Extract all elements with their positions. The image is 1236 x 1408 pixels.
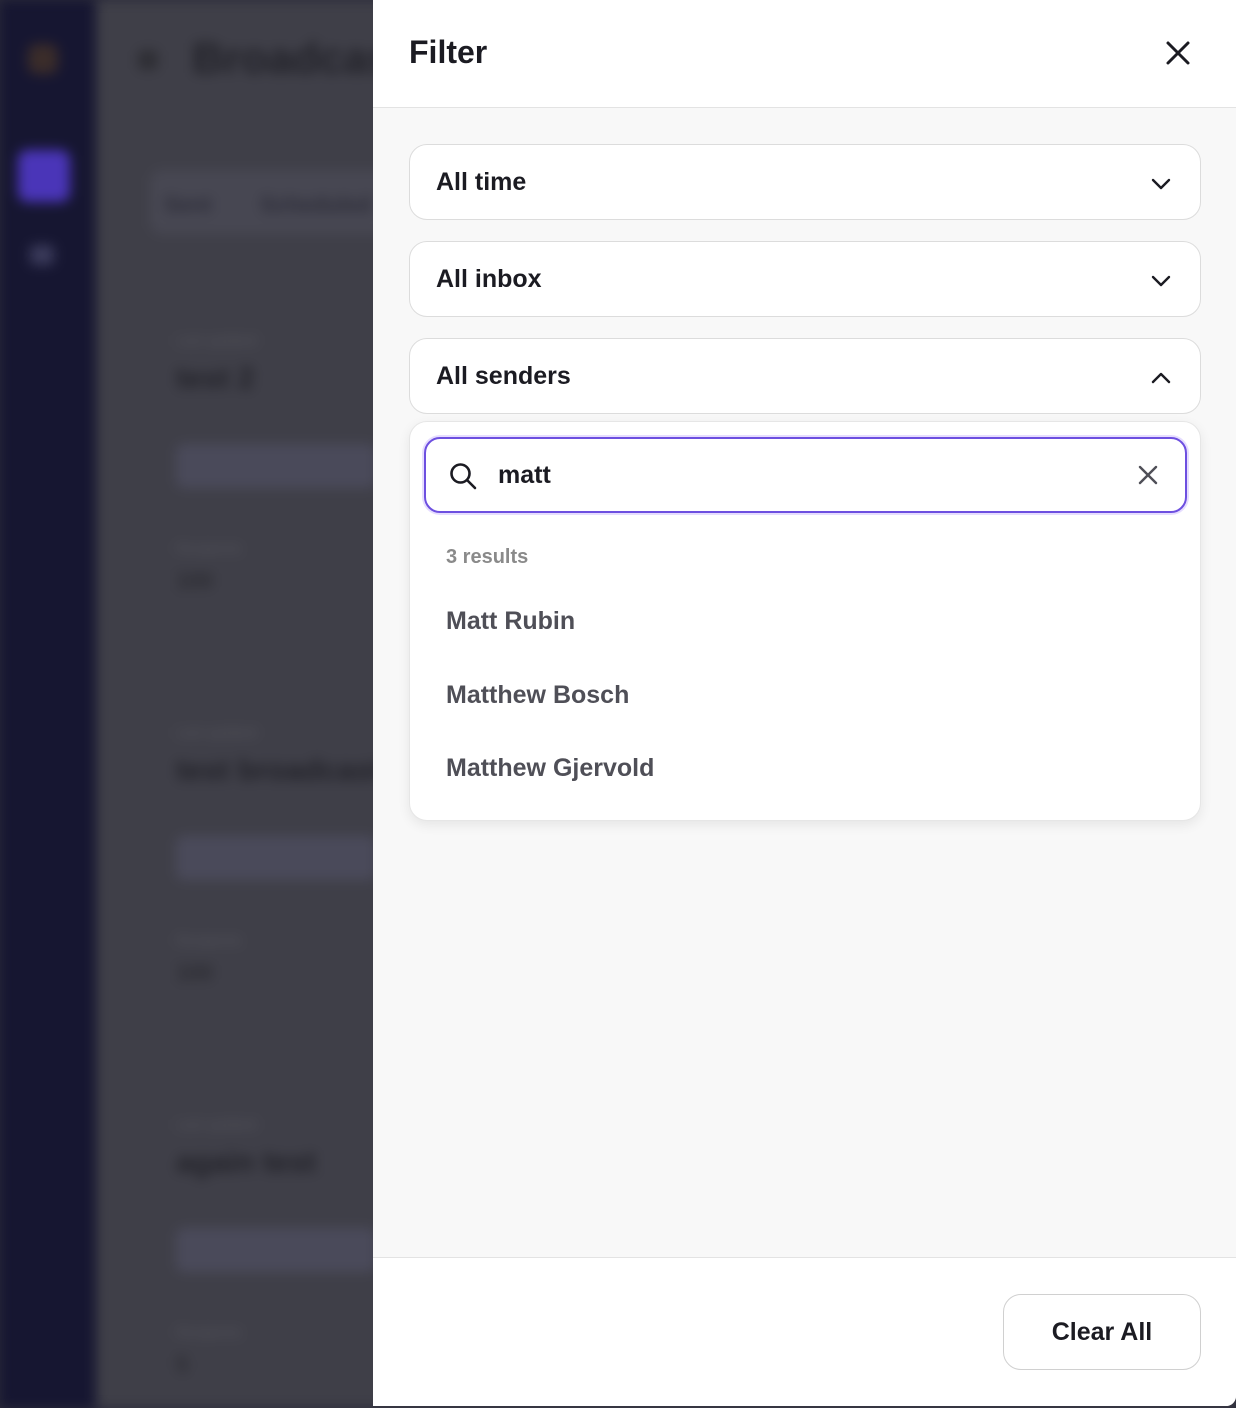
inbox-filter-select[interactable]: All inbox [409,241,1201,317]
filter-drawer: Filter All time All inbox All senders ma… [373,0,1236,1406]
drawer-header: Filter [373,0,1236,108]
sender-dropdown-panel: 3 results Matt Rubin Matthew Bosch Matth… [409,421,1201,821]
drawer-title: Filter [409,34,488,70]
nav-item-icon [30,245,54,265]
card-stat-label: Recipients [176,1324,242,1340]
broadcast-card: Last updated again test Recipients 5 [176,1116,376,1378]
close-button[interactable] [1159,34,1197,72]
card-kicker: Last updated [176,332,257,348]
chevron-up-icon [1151,372,1171,384]
card-kicker: Last updated [176,1116,257,1132]
search-icon [450,463,477,490]
broadcast-card: Last updated test 2 Recipients 100 [176,332,376,594]
chevron-down-icon [1151,275,1171,287]
card-chip [176,1228,376,1272]
tab-scheduled: Scheduled [260,192,372,217]
sender-option-matt-rubin[interactable]: Matt Rubin [446,607,575,636]
tab-sent: Sent [164,192,212,217]
card-name: again test [176,1146,317,1179]
card-stat-value: 100 [176,568,213,593]
card-stat-label: Recipients [176,540,242,556]
card-stat-label: Recipients [176,932,242,948]
sender-filter-select[interactable]: All senders [409,338,1201,414]
app-logo [28,44,58,74]
time-filter-select[interactable]: All time [409,144,1201,220]
sender-option-matthew-gjervold[interactable]: Matthew Gjervold [446,754,654,783]
card-stat-value: 100 [176,960,213,985]
result-count: 3 results [446,546,529,568]
card-chip [176,444,376,488]
sender-option-matthew-bosch[interactable]: Matthew Bosch [446,681,629,710]
close-icon [1166,41,1190,65]
sender-filter-label: All senders [436,362,571,390]
sender-search-input[interactable] [498,453,1118,497]
back-icon [138,50,158,70]
clear-all-button[interactable]: Clear All [1003,1294,1201,1370]
clear-search-icon[interactable] [1134,461,1162,489]
nav-rail [0,0,96,1408]
drawer-footer: Clear All [373,1257,1236,1406]
chevron-down-icon [1151,178,1171,190]
card-name: test 2 [176,362,255,395]
nav-broadcasts-icon [18,150,70,202]
time-filter-label: All time [436,168,527,196]
card-name: test broadcast [176,754,382,787]
inbox-filter-label: All inbox [436,265,542,293]
card-kicker: Last updated [176,724,257,740]
broadcast-card: Last updated test broadcast Recipients 1… [176,724,381,986]
card-stat-value: 5 [176,1352,189,1377]
sender-search-box[interactable] [424,437,1187,513]
card-chip [176,836,376,880]
